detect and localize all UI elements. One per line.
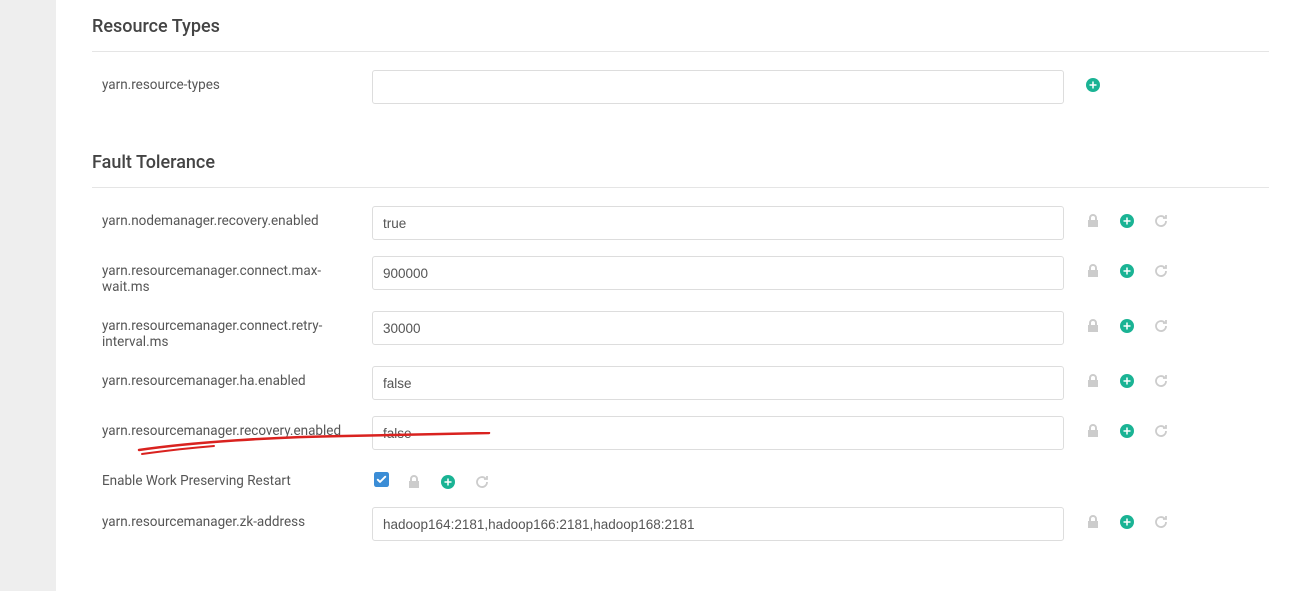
add-icon[interactable]: [1118, 262, 1136, 280]
section-title-fault-tolerance: Fault Tolerance: [92, 152, 1269, 173]
work-preserving-checkbox[interactable]: [374, 472, 389, 491]
lock-icon[interactable]: [1084, 212, 1102, 230]
config-row: yarn.nodemanager.recovery.enabled: [92, 206, 1269, 240]
config-row-work-preserving: Enable Work Preserving Restart: [92, 466, 1269, 491]
refresh-icon[interactable]: [1152, 372, 1170, 390]
config-label: Enable Work Preserving Restart: [92, 466, 372, 489]
config-label: yarn.resourcemanager.connect.retry-inter…: [92, 311, 372, 350]
config-label: yarn.resource-types: [92, 70, 372, 93]
section-divider: [92, 187, 1269, 188]
lock-icon[interactable]: [405, 473, 423, 491]
refresh-icon[interactable]: [1152, 317, 1170, 335]
add-icon[interactable]: [439, 473, 457, 491]
refresh-icon[interactable]: [473, 473, 491, 491]
lock-icon[interactable]: [1084, 262, 1102, 280]
refresh-icon[interactable]: [1152, 422, 1170, 440]
section-divider: [92, 51, 1269, 52]
lock-icon[interactable]: [1084, 317, 1102, 335]
config-label: yarn.resourcemanager.connect.max-wait.ms: [92, 256, 372, 295]
config-row: yarn.resourcemanager.zk-address: [92, 507, 1269, 541]
rm-connect-retry-interval-input[interactable]: [372, 311, 1064, 345]
config-label: yarn.nodemanager.recovery.enabled: [92, 206, 372, 229]
rm-zk-address-input[interactable]: [372, 507, 1064, 541]
lock-icon[interactable]: [1084, 372, 1102, 390]
config-row: yarn.resourcemanager.ha.enabled: [92, 366, 1269, 400]
add-icon[interactable]: [1084, 76, 1102, 94]
add-icon[interactable]: [1118, 372, 1136, 390]
section-title-resource-types: Resource Types: [92, 16, 1269, 37]
lock-icon[interactable]: [1084, 513, 1102, 531]
config-label: yarn.resourcemanager.zk-address: [92, 507, 372, 530]
add-icon[interactable]: [1118, 513, 1136, 531]
add-icon[interactable]: [1118, 422, 1136, 440]
refresh-icon[interactable]: [1152, 513, 1170, 531]
config-content: Resource Types yarn.resource-types Fault…: [56, 0, 1299, 591]
left-rail: [0, 0, 56, 591]
lock-icon[interactable]: [1084, 422, 1102, 440]
config-row-resource-types: yarn.resource-types: [92, 70, 1269, 104]
resource-types-input[interactable]: [372, 70, 1064, 104]
config-label: yarn.resourcemanager.recovery.enabled: [92, 416, 372, 439]
config-row: yarn.resourcemanager.connect.retry-inter…: [92, 311, 1269, 350]
config-row: yarn.resourcemanager.recovery.enabled: [92, 416, 1269, 450]
rm-recovery-enabled-input[interactable]: [372, 416, 1064, 450]
add-icon[interactable]: [1118, 212, 1136, 230]
config-label: yarn.resourcemanager.ha.enabled: [92, 366, 372, 389]
config-row: yarn.resourcemanager.connect.max-wait.ms: [92, 256, 1269, 295]
refresh-icon[interactable]: [1152, 262, 1170, 280]
nm-recovery-enabled-input[interactable]: [372, 206, 1064, 240]
refresh-icon[interactable]: [1152, 212, 1170, 230]
rm-ha-enabled-input[interactable]: [372, 366, 1064, 400]
rm-connect-max-wait-input[interactable]: [372, 256, 1064, 290]
add-icon[interactable]: [1118, 317, 1136, 335]
